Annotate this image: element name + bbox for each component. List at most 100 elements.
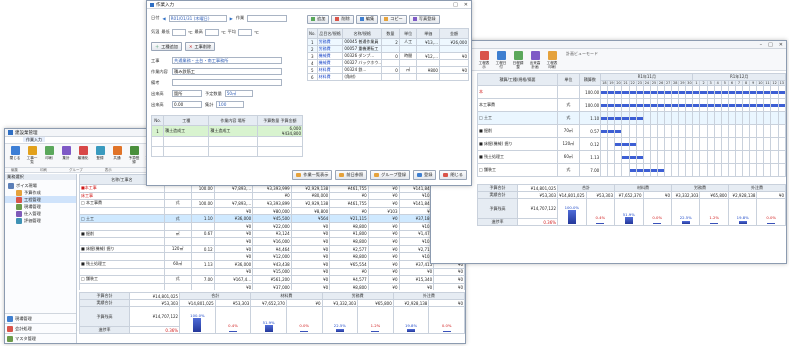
gantt-day-cell[interactable] <box>734 111 744 125</box>
gantt-row[interactable]: ■ 床掘(機械) 掘り 120㎥ 0.12 <box>477 137 786 151</box>
gantt-day-cell[interactable] <box>664 98 673 112</box>
gantt-day-cell[interactable] <box>756 137 765 151</box>
gantt-day-cell[interactable] <box>720 137 729 151</box>
gantt-bar[interactable] <box>608 90 614 94</box>
table-row[interactable]: 床工事¥0¥80,000¥0¥0¥103¥0 <box>79 191 465 201</box>
gantt-day-cell[interactable] <box>635 137 644 151</box>
gantt-day-cell[interactable] <box>734 98 744 112</box>
gantt-bar[interactable] <box>644 90 650 94</box>
gantt-day-cell[interactable] <box>614 163 623 177</box>
gantt-bar[interactable] <box>679 103 685 107</box>
gantt-bar[interactable] <box>637 116 643 120</box>
gantt-bar[interactable] <box>615 103 621 107</box>
gantt-bar[interactable] <box>771 103 778 107</box>
gantt-day-cell[interactable] <box>614 111 623 125</box>
ribbon-button[interactable]: 工事一覧 <box>25 146 39 164</box>
gantt-day-cell[interactable] <box>770 163 779 177</box>
gantt-day-cell[interactable] <box>706 150 715 164</box>
gantt-day-cell[interactable] <box>692 124 701 138</box>
gantt-day-cell[interactable] <box>678 98 687 112</box>
gantt-day-cell[interactable] <box>628 85 637 99</box>
gantt-day-cell[interactable] <box>720 85 729 99</box>
detail-row[interactable]: 5 材料費 00324 鉄… 0 ㎥ ¥800 ¥0 <box>307 66 470 74</box>
gantt-bar[interactable] <box>715 90 721 94</box>
table-row[interactable]: □ 土工式 1.10 ¥36,000 ¥45,500 ¥564 ¥21,115 ¥0 ¥37,… <box>79 214 465 223</box>
detail-row[interactable]: 4 機械費 00327 バックホウ… <box>307 59 470 67</box>
gantt-day-cell[interactable] <box>664 124 673 138</box>
gantt-day-cell[interactable] <box>777 124 786 138</box>
minimize-icon[interactable]: – <box>760 42 763 48</box>
next-day-icon[interactable]: ▶ <box>230 16 233 21</box>
ribbon-button[interactable]: 最適化 <box>76 146 90 160</box>
gantt-day-cell[interactable] <box>699 163 708 177</box>
ribbon-button[interactable]: 集計 <box>59 146 73 160</box>
ribbon-button[interactable]: 印刷 <box>42 146 56 160</box>
gantt-day-cell[interactable] <box>742 98 751 112</box>
gantt-day-cell[interactable] <box>685 163 694 177</box>
gantt-ribbon-button[interactable]: 工程表印刷 <box>545 51 559 69</box>
gantt-bar[interactable] <box>750 103 756 107</box>
gantt-day-cell[interactable] <box>621 150 630 164</box>
gantt-day-cell[interactable] <box>685 98 694 112</box>
gantt-bar[interactable] <box>608 129 614 133</box>
gantt-day-cell[interactable] <box>664 85 673 99</box>
gantt-day-cell[interactable] <box>664 150 673 164</box>
gantt-day-cell[interactable] <box>671 150 680 164</box>
gantt-bar[interactable] <box>651 168 657 172</box>
gantt-day-cell[interactable] <box>649 150 658 164</box>
gantt-day-cell[interactable] <box>614 85 623 99</box>
gantt-day-cell[interactable] <box>607 163 616 177</box>
table-row[interactable]: ¥0 ¥15,000 ¥0 ¥0 ¥0 ¥0 ¥0 <box>79 267 465 277</box>
temp-max-field[interactable] <box>204 28 219 36</box>
gantt-day-cell[interactable] <box>706 124 715 138</box>
prev-day-button[interactable]: 前日参照 <box>335 170 368 180</box>
gantt-day-cell[interactable] <box>642 85 651 99</box>
gantt-ribbon-button[interactable]: 出来高計画 <box>528 51 542 69</box>
gantt-day-cell[interactable] <box>699 124 708 138</box>
gantt-day-cell[interactable] <box>607 98 616 112</box>
gantt-day-cell[interactable] <box>713 85 722 99</box>
table-row[interactable]: ■ 掘削㎥0.67¥0¥3,124¥0¥1,800¥0¥1,472¥0 <box>79 229 465 239</box>
table-row[interactable]: ¥0 ¥37,000 ¥0 ¥8,800 ¥0 ¥0 ¥0 <box>79 282 465 290</box>
gantt-bar[interactable] <box>658 103 664 107</box>
gantt-day-cell[interactable] <box>635 98 644 112</box>
gantt-bar[interactable] <box>630 103 636 107</box>
gantt-day-cell[interactable] <box>777 111 786 125</box>
gantt-day-cell[interactable] <box>628 163 637 177</box>
gantt-day-cell[interactable] <box>699 85 708 99</box>
table-row[interactable]: □ 舗装工式 7.00 ¥167,4… ¥561,200 ¥0 ¥4,577 ¥0 ¥15,3… <box>79 275 465 284</box>
bottom-nav-item[interactable]: 会計処理 <box>5 323 76 333</box>
gantt-bar[interactable] <box>708 90 714 94</box>
gantt-day-cell[interactable] <box>607 111 616 125</box>
detail-row[interactable]: 2 労務費 00057 重機運転工 <box>307 45 470 53</box>
temp-min-field[interactable] <box>171 28 186 36</box>
gantt-bar[interactable] <box>630 142 636 146</box>
gantt-day-cell[interactable] <box>664 163 673 177</box>
gantt-bar[interactable] <box>622 142 629 146</box>
gantt-day-cell[interactable] <box>770 85 779 99</box>
gantt-bar[interactable] <box>693 103 699 107</box>
gantt-day-cell[interactable] <box>777 163 786 177</box>
gantt-bar[interactable] <box>601 129 607 133</box>
gantt-day-cell[interactable] <box>777 150 786 164</box>
gantt-day-cell[interactable] <box>734 137 744 151</box>
gantt-day-cell[interactable] <box>713 98 722 112</box>
gantt-day-cell[interactable] <box>600 111 609 125</box>
gantt-day-cell[interactable] <box>756 163 765 177</box>
gantt-day-cell[interactable] <box>600 98 609 112</box>
gantt-day-cell[interactable] <box>678 150 687 164</box>
gantt-bar[interactable] <box>665 90 671 94</box>
gantt-bar[interactable] <box>729 90 735 94</box>
nav-tree-item[interactable]: 予算作成 <box>5 189 76 196</box>
detail-row[interactable]: 1 労務費 00045 普通作業員 2 人工 ¥13,… ¥26,000 <box>307 38 470 46</box>
gantt-bar[interactable] <box>637 168 643 172</box>
gantt-bar[interactable] <box>608 103 614 107</box>
group-register-button[interactable]: グループ登録 <box>370 170 411 180</box>
gantt-day-cell[interactable] <box>607 85 616 99</box>
gantt-day-cell[interactable] <box>649 85 658 99</box>
gantt-bar[interactable] <box>630 90 636 94</box>
dialog-field-input[interactable] <box>172 79 282 86</box>
detail-toolbar-button[interactable]: 編集 <box>355 14 379 24</box>
tab-input[interactable]: 作業入力 <box>23 137 45 142</box>
view-mode-label[interactable]: 計画ビューモード <box>566 51 598 57</box>
